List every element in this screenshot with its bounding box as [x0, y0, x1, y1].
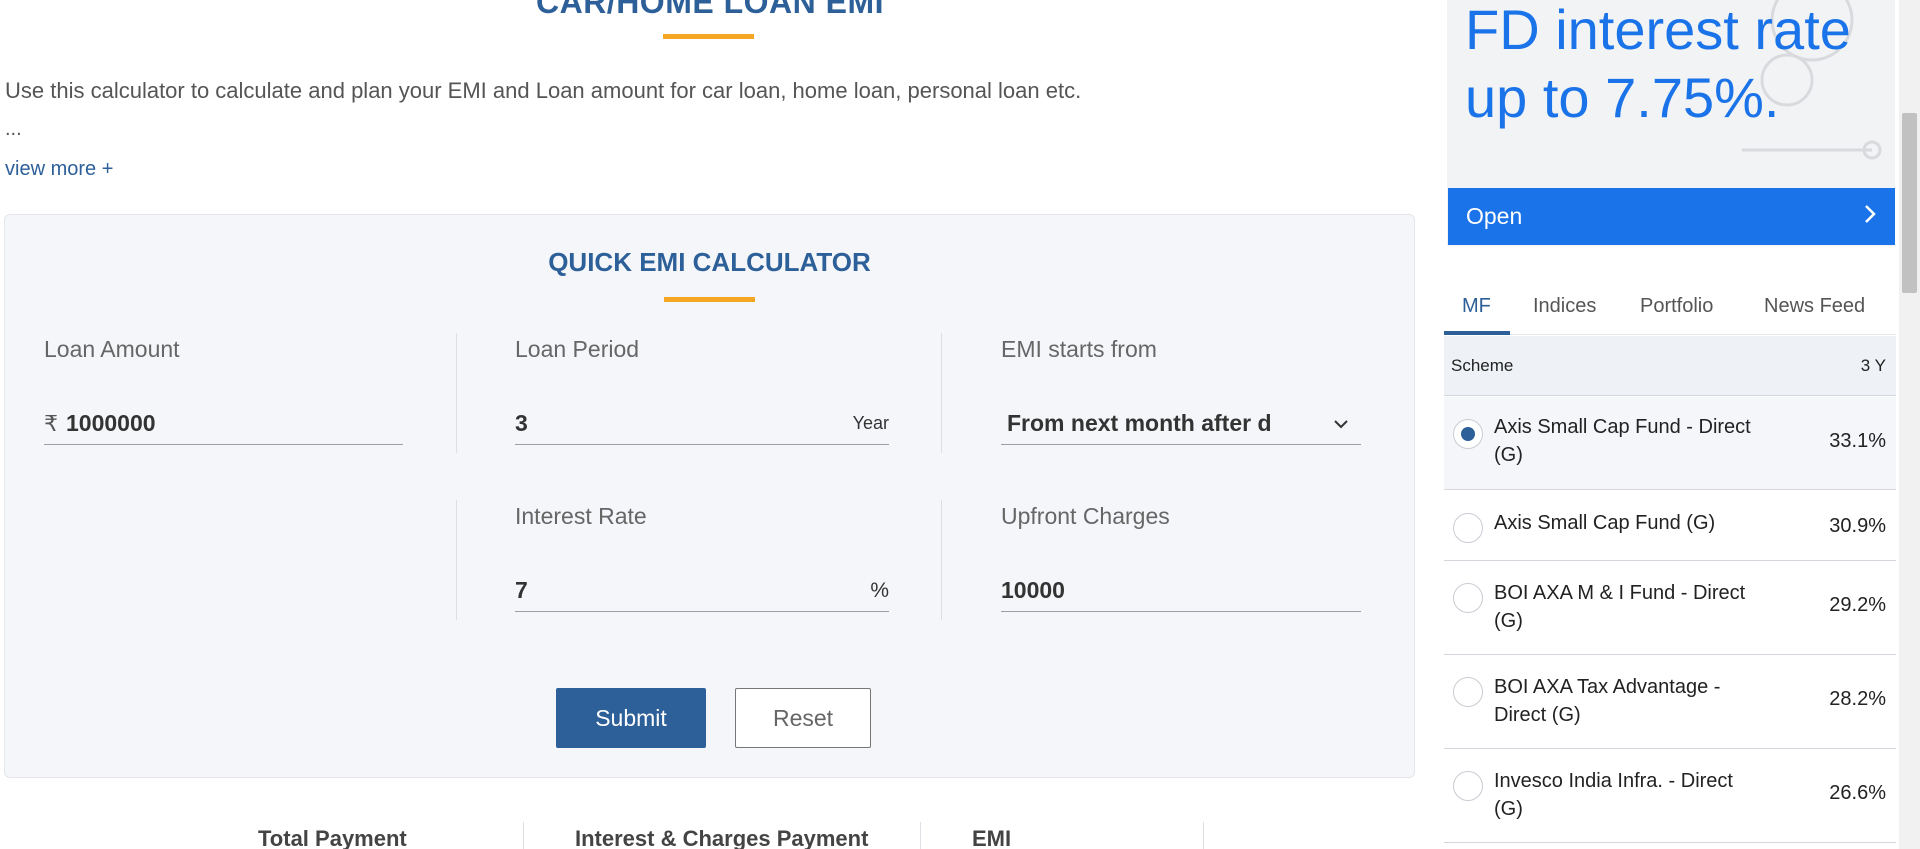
main-content: CAR/HOME LOAN EMI Use this calculator to…	[0, 0, 1420, 849]
emi-starts-select[interactable]: From next month after d	[1001, 403, 1361, 445]
mf-return: 26.6%	[1829, 782, 1886, 804]
interest-rate-value: 7	[515, 577, 528, 603]
chevron-right-icon	[1863, 203, 1877, 231]
mf-scheme-name: Axis Small Cap Fund - Direct (G)	[1494, 416, 1751, 466]
column-divider	[456, 333, 457, 453]
scrollbar-thumb[interactable]	[1902, 113, 1917, 293]
tab-portfolio[interactable]: Portfolio	[1640, 295, 1713, 318]
radio-button[interactable]	[1453, 583, 1483, 613]
widget-tabs: MF Indices Portfolio News Feed	[1444, 285, 1896, 335]
mf-row[interactable]: Axis Small Cap Fund (G) 30.9%	[1444, 491, 1896, 561]
radio-selected-dot	[1461, 427, 1475, 441]
radio-button[interactable]	[1453, 513, 1483, 543]
emi-starts-label: EMI starts from	[1001, 336, 1157, 362]
intro-ellipsis: ...	[5, 118, 22, 140]
interest-rate-unit: %	[870, 578, 889, 602]
total-payment-label: Total Payment	[258, 826, 407, 849]
upfront-charges-value: 10000	[1001, 577, 1065, 603]
view-more-link[interactable]: view more +	[5, 158, 113, 181]
mf-row[interactable]: Axis Small Cap Fund - Direct (G) 33.1%	[1444, 397, 1896, 490]
tab-news-feed[interactable]: News Feed	[1764, 295, 1865, 318]
mf-row[interactable]: BOI AXA M & I Fund - Direct (G) 29.2%	[1444, 562, 1896, 655]
emi-calculator-panel: QUICK EMI CALCULATOR Loan Amount ₹ 10000…	[4, 214, 1415, 778]
loan-period-label: Loan Period	[515, 336, 640, 362]
radio-button[interactable]	[1453, 771, 1483, 801]
mf-scheme-name: BOI AXA M & I Fund - Direct (G)	[1494, 582, 1746, 632]
submit-button[interactable]: Submit	[556, 688, 706, 748]
ad-headline: FD interest rate up to 7.75%.	[1465, 0, 1851, 129]
interest-rate-field[interactable]: 7 %	[515, 570, 889, 612]
emi-label: EMI	[972, 826, 1012, 849]
heading-accent-bar	[663, 34, 754, 39]
return-column-header: 3 Y	[1860, 356, 1886, 375]
emi-starts-value: From next month after d	[1007, 410, 1272, 436]
result-divider	[523, 822, 524, 849]
interest-charges-label: Interest & Charges Payment	[575, 826, 869, 849]
ad-open-button[interactable]: Open	[1448, 188, 1895, 245]
tab-mf[interactable]: MF	[1462, 295, 1491, 318]
calculator-accent-bar	[664, 297, 755, 302]
scheme-column-header: Scheme	[1451, 356, 1514, 375]
mf-scheme-name: BOI AXA Tax Advantage - Direct (G)	[1494, 676, 1721, 726]
loan-period-value: 3	[515, 410, 528, 436]
result-divider	[920, 822, 921, 849]
tab-indices[interactable]: Indices	[1533, 295, 1596, 318]
mf-table-header: Scheme 3 Y	[1444, 336, 1896, 396]
ad-open-label: Open	[1466, 203, 1523, 229]
result-divider	[1203, 822, 1204, 849]
column-divider	[456, 500, 457, 620]
column-divider	[941, 333, 942, 453]
rupee-icon: ₹	[44, 410, 58, 436]
intro-text: Use this calculator to calculate and pla…	[5, 78, 1082, 103]
mf-return: 28.2%	[1829, 688, 1886, 710]
radio-button[interactable]	[1453, 677, 1483, 707]
reset-button[interactable]: Reset	[735, 688, 871, 748]
mf-scheme-name: Invesco India Infra. - Direct (G)	[1494, 770, 1733, 820]
loan-amount-value: 1000000	[66, 410, 156, 436]
mf-row[interactable]: BOI AXA Tax Advantage - Direct (G) 28.2%	[1444, 656, 1896, 749]
mf-scheme-name: Axis Small Cap Fund (G)	[1494, 512, 1716, 534]
loan-period-field[interactable]: 3 Year	[515, 403, 889, 445]
loan-amount-field[interactable]: ₹ 1000000	[44, 403, 403, 445]
active-tab-indicator	[1444, 331, 1510, 335]
loan-period-unit: Year	[852, 413, 889, 433]
mf-return: 29.2%	[1829, 594, 1886, 616]
page-heading: CAR/HOME LOAN EMI	[535, 0, 885, 20]
upfront-charges-label: Upfront Charges	[1001, 503, 1170, 529]
interest-rate-label: Interest Rate	[515, 503, 647, 529]
column-divider	[941, 500, 942, 620]
mf-return: 33.1%	[1829, 430, 1886, 452]
upfront-charges-field[interactable]: 10000	[1001, 570, 1361, 612]
mf-return: 30.9%	[1829, 515, 1886, 537]
calculator-title: QUICK EMI CALCULATOR	[548, 247, 871, 277]
page-scrollbar[interactable]	[1899, 0, 1920, 849]
mf-row[interactable]: Invesco India Infra. - Direct (G) 26.6%	[1444, 750, 1896, 843]
chevron-down-icon	[1331, 414, 1351, 434]
radio-button[interactable]	[1453, 419, 1483, 449]
loan-amount-label: Loan Amount	[44, 336, 180, 362]
